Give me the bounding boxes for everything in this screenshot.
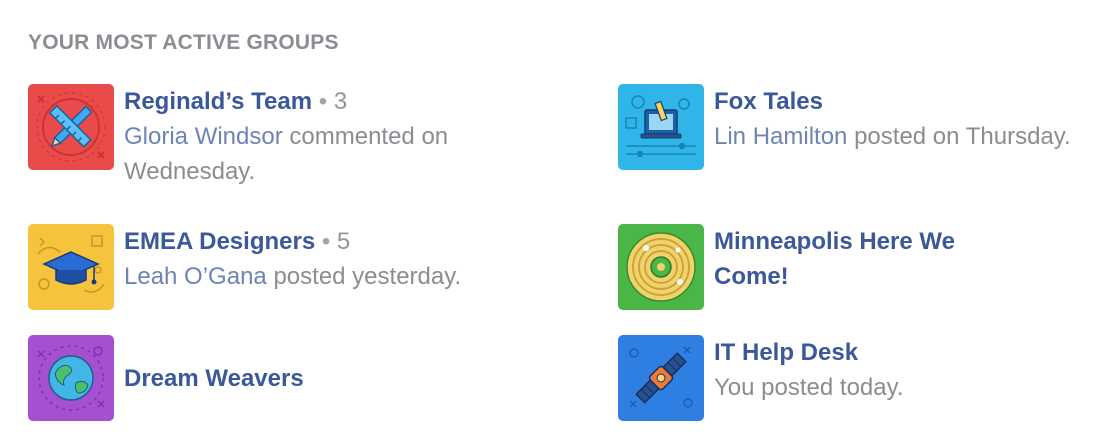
member-count: 5 <box>336 228 351 255</box>
satellite-icon[interactable] <box>618 335 704 421</box>
pencil-ruler-icon[interactable] <box>28 84 114 170</box>
section-heading: YOUR MOST ACTIVE GROUPS <box>28 31 339 54</box>
group-item-fox-tales[interactable]: Fox Tales Lin Hamilton posted on Thursda… <box>618 84 1114 170</box>
group-item-it-help-desk[interactable]: IT Help Desk You posted today. <box>618 335 1114 421</box>
activity-person-link[interactable]: Leah O’Gana <box>124 263 267 290</box>
group-name[interactable]: Fox Tales <box>714 88 823 115</box>
group-name[interactable]: Dream Weavers <box>124 365 304 392</box>
member-count: 3 <box>333 88 348 115</box>
graduation-cap-icon[interactable] <box>28 224 114 310</box>
activity-text: You posted today. <box>714 374 904 401</box>
activity-text: posted yesterday. <box>266 263 462 290</box>
active-groups-panel: YOUR MOST ACTIVE GROUPS Reginald’s Team … <box>0 0 1117 441</box>
group-name[interactable]: IT Help Desk <box>714 339 858 366</box>
group-item-reginalds-team[interactable]: Reginald’s Team • 3 Gloria Windsor comme… <box>28 84 524 189</box>
group-name[interactable]: EMEA Designers <box>124 228 315 255</box>
target-map-icon[interactable] <box>618 224 704 310</box>
activity-person-link[interactable]: Lin Hamilton <box>714 123 847 150</box>
group-item-minneapolis[interactable]: Minneapolis Here We Come! <box>618 224 974 310</box>
separator-dot: • <box>315 228 337 255</box>
laptop-icon[interactable] <box>618 84 704 170</box>
group-item-dream-weavers[interactable]: Dream Weavers <box>28 335 524 421</box>
activity-person-link[interactable]: Gloria Windsor <box>124 123 283 150</box>
group-name[interactable]: Reginald’s Team <box>124 88 312 115</box>
activity-text: posted on Thursday. <box>847 123 1071 150</box>
separator-dot: • <box>312 88 334 115</box>
group-name[interactable]: Minneapolis Here We Come! <box>714 228 955 290</box>
globe-icon[interactable] <box>28 335 114 421</box>
group-item-emea-designers[interactable]: EMEA Designers • 5 Leah O’Gana posted ye… <box>28 224 524 310</box>
